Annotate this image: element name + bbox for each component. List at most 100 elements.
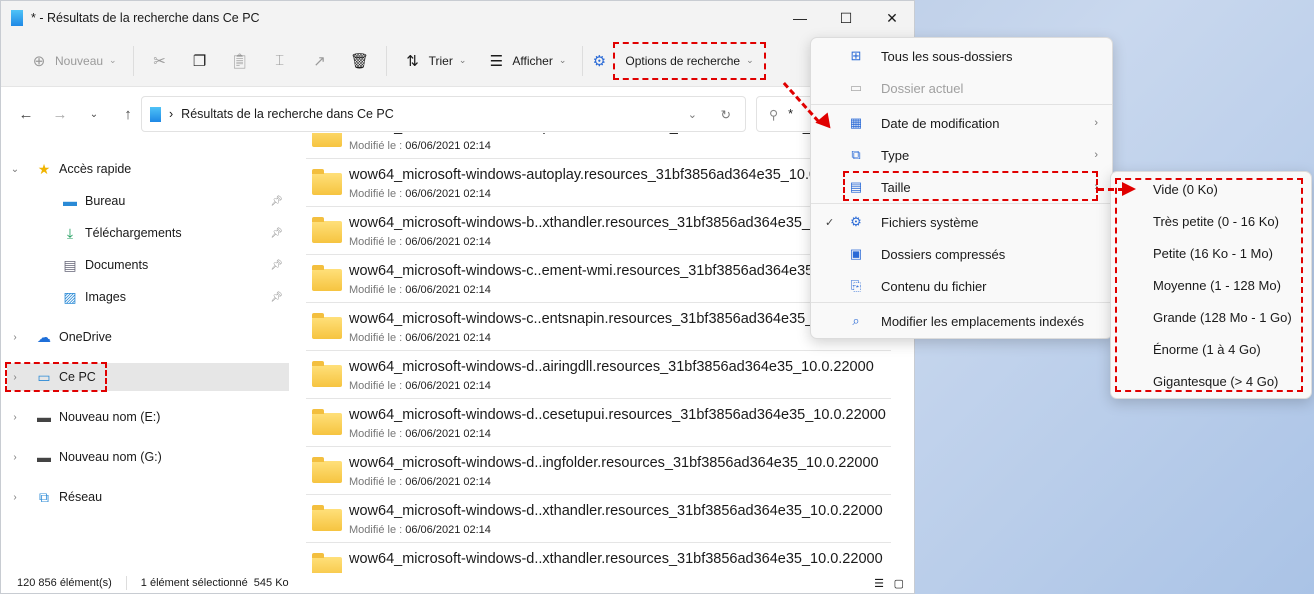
size-option[interactable]: Grande (128 Mo - 1 Go)	[1115, 302, 1307, 332]
pin-icon[interactable]: 📌︎	[270, 292, 283, 303]
rename-icon: ⌶	[275, 52, 285, 69]
view-button[interactable]: ☰ Afficher ⌄	[476, 43, 576, 79]
sidebar-item-drive[interactable]: › ▬ Nouveau nom (E:)	[7, 403, 289, 431]
file-row[interactable]: wow64_microsoft-windows-d..ingfolder.res…	[306, 447, 891, 495]
expand-chevron-icon[interactable]: ⌄	[7, 164, 23, 175]
paste-button[interactable]: 📋︎	[220, 43, 260, 79]
sidebar-item-download[interactable]: ⤓ Téléchargements 📌︎	[7, 219, 289, 247]
close-button[interactable]: ✕	[869, 1, 914, 35]
refresh-button[interactable]: ↻	[721, 107, 731, 122]
file-row[interactable]: wow64_microsoft-windows-a..providers.res…	[306, 133, 891, 159]
address-bar[interactable]: › Résultats de la recherche dans Ce PC ⌄…	[141, 96, 746, 132]
up-button[interactable]: ↑	[113, 106, 143, 123]
size-option[interactable]: Énorme (1 à 4 Go)	[1115, 334, 1307, 364]
menu-item[interactable]: ▣ Dossiers compressés	[815, 239, 1108, 269]
new-label: Nouveau	[55, 53, 104, 68]
sidebar-item-label: Documents	[85, 258, 149, 272]
size-option[interactable]: Très petite (0 - 16 Ko)	[1115, 206, 1307, 236]
size-option[interactable]: Moyenne (1 - 128 Mo)	[1115, 270, 1307, 300]
menu-item-icon: ⌕	[852, 313, 860, 328]
address-dropdown[interactable]: ⌄	[688, 108, 697, 121]
menu-item[interactable]: ⌕ Modifier les emplacements indexés	[815, 306, 1108, 336]
delete-button[interactable]: 🗑︎	[340, 43, 380, 79]
search-options-button[interactable]: Options de recherche ⌄	[613, 41, 766, 80]
sidebar-item-images[interactable]: ▨ Images 📌︎	[7, 283, 289, 311]
menu-item[interactable]: ⧉ Type ›	[815, 140, 1108, 170]
file-modified: Modifié le : 06/06/2021 02:14	[349, 140, 491, 152]
menu-item[interactable]: ✓ ⚙ Fichiers système	[815, 207, 1108, 237]
pin-icon[interactable]: 📌︎	[270, 196, 283, 207]
file-row[interactable]: wow64_microsoft-windows-c..ement-wmi.res…	[306, 255, 894, 303]
command-bar: ⊕ Nouveau ⌄ ✂ ❐ 📋︎ ⌶ ↗ 🗑︎ ⇅ Trier ⌄ ☰ Affiche…	[1, 35, 914, 87]
file-row[interactable]: wow64_microsoft-windows-d..xthandler.res…	[306, 495, 891, 543]
file-row[interactable]: wow64_microsoft-windows-c..entsnapin.res…	[306, 303, 891, 351]
menu-separator	[811, 104, 1112, 105]
expand-chevron-icon[interactable]: ›	[7, 492, 23, 503]
back-button[interactable]: ←	[11, 106, 41, 123]
size-option[interactable]: Vide (0 Ko)	[1115, 174, 1307, 204]
menu-item[interactable]: ⎘ Contenu du fichier	[815, 271, 1108, 301]
cloud-icon: ☁	[37, 328, 51, 345]
file-row[interactable]: wow64_microsoft-windows-d..cesetupui.res…	[306, 399, 891, 447]
file-name: wow64_microsoft-windows-a..providers.res…	[349, 133, 839, 135]
file-row[interactable]: wow64_microsoft-windows-d..airingdll.res…	[306, 351, 891, 399]
menu-item-label: Date de modification	[881, 115, 1000, 131]
menu-item[interactable]: ⊞ Tous les sous-dossiers	[815, 41, 1108, 71]
menu-item-label: Type	[881, 147, 910, 163]
rename-button[interactable]: ⌶	[260, 43, 300, 79]
sidebar-item-star[interactable]: ⌄ ★ Accès rapide	[7, 155, 289, 183]
sidebar-item-cloud[interactable]: › ☁ OneDrive	[7, 323, 289, 351]
ce-pc-highlight	[5, 362, 107, 392]
pin-icon[interactable]: 📌︎	[270, 228, 283, 239]
copy-button[interactable]: ❐	[180, 43, 220, 79]
taille-highlight	[843, 171, 1098, 201]
recent-dropdown[interactable]: ⌄	[79, 109, 109, 120]
pin-icon[interactable]: 📌︎	[270, 260, 283, 271]
new-button[interactable]: ⊕ Nouveau ⌄	[19, 43, 127, 79]
sort-button[interactable]: ⇅ Trier ⌄	[393, 43, 477, 79]
sidebar-item-network[interactable]: › ⧉ Réseau	[7, 483, 289, 511]
menu-item-label: Tous les sous-dossiers	[881, 48, 1013, 64]
file-row[interactable]: wow64_microsoft-windows-autoplay.resourc…	[306, 159, 891, 207]
search-value: *	[788, 107, 794, 121]
paste-icon: 📋︎	[230, 52, 250, 70]
sidebar-item-drive[interactable]: › ▬ Nouveau nom (G:)	[7, 443, 289, 471]
size-option[interactable]: Gigantesque (> 4 Go)	[1115, 366, 1307, 396]
file-list: wow64_microsoft-windows-a..providers.res…	[306, 133, 896, 573]
item-count: 120 856 élément(s)	[17, 577, 112, 589]
file-row[interactable]: wow64_microsoft-windows-d..xthandler.res…	[306, 543, 891, 573]
modified-label: Modifié le :	[349, 140, 403, 152]
file-name: wow64_microsoft-windows-d..cesetupui.res…	[349, 407, 886, 423]
folder-search-icon	[150, 106, 161, 122]
window-title: * - Résultats de la recherche dans Ce PC	[31, 11, 260, 25]
expand-chevron-icon[interactable]: ›	[7, 332, 23, 343]
details-view-button[interactable]: ☰	[874, 577, 884, 590]
file-name: wow64_microsoft-windows-b..xthandler.res…	[349, 215, 883, 231]
file-modified: Modifié le : 06/06/2021 02:14	[349, 188, 491, 200]
expand-chevron-icon[interactable]: ›	[7, 452, 23, 463]
menu-item[interactable]: ▭ Dossier actuel	[815, 73, 1108, 103]
tiles-view-button[interactable]: ▢	[894, 577, 904, 590]
size-option[interactable]: Petite (16 Ko - 1 Mo)	[1115, 238, 1307, 268]
sidebar-item-label: OneDrive	[59, 330, 112, 344]
cut-button[interactable]: ✂	[140, 43, 180, 79]
menu-item-icon: ⎘	[850, 278, 862, 293]
sidebar-item-documents[interactable]: ▤ Documents 📌︎	[7, 251, 289, 279]
maximize-button[interactable]: ☐	[823, 1, 869, 35]
address-path: Résultats de la recherche dans Ce PC	[181, 107, 394, 121]
sidebar-item-desktop[interactable]: ▬ Bureau 📌︎	[7, 187, 289, 215]
menu-item[interactable]: ▦ Date de modification ›	[815, 108, 1108, 138]
expand-chevron-icon[interactable]: ›	[7, 412, 23, 423]
share-button[interactable]: ↗	[300, 43, 340, 79]
file-row[interactable]: wow64_microsoft-windows-b..xthandler.res…	[306, 207, 891, 255]
share-icon: ↗	[313, 52, 326, 70]
file-name: wow64_microsoft-windows-d..xthandler.res…	[349, 551, 883, 567]
menu-item-label: Dossiers compressés	[881, 246, 1006, 262]
menu-item-icon: ▦	[849, 115, 863, 130]
sidebar-item-label: Nouveau nom (G:)	[59, 450, 162, 464]
forward-button[interactable]: →	[45, 106, 75, 123]
size-option-label: Très petite (0 - 16 Ko)	[1153, 213, 1279, 229]
minimize-button[interactable]: —	[777, 1, 823, 35]
modified-date: 06/06/2021 02:14	[405, 140, 491, 152]
network-icon: ⧉	[39, 488, 49, 505]
